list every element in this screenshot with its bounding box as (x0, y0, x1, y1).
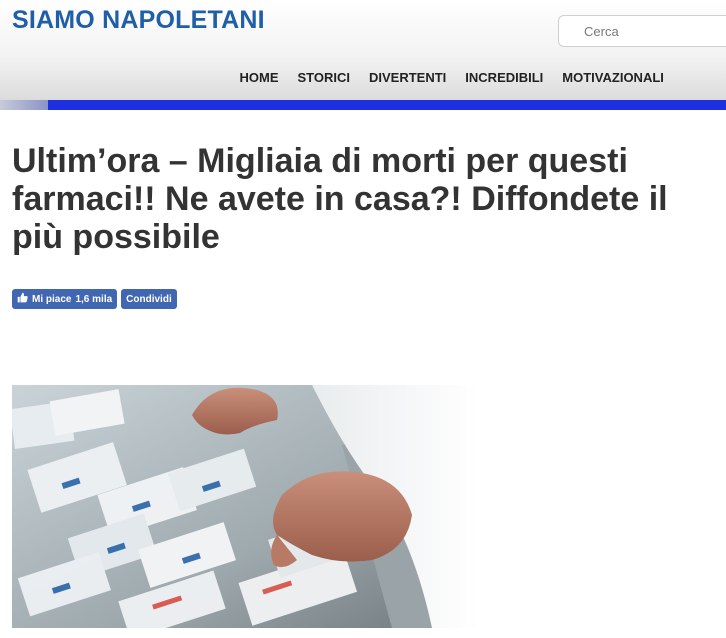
nav-item-divertenti[interactable]: DIVERTENTI (360, 70, 456, 85)
site-logo[interactable]: SIAMO NAPOLETANI (12, 6, 265, 35)
like-label: Mi piace (32, 293, 72, 305)
header-accent-bar (0, 100, 726, 110)
header-accent-fade (0, 100, 48, 110)
nav-item-home[interactable]: HOME (230, 70, 288, 85)
social-buttons: Mi piace 1,6 mila Condividi (12, 289, 177, 309)
article-image (12, 385, 480, 628)
article-title: Ultim’ora – Migliaia di morti per questi… (12, 142, 668, 256)
site-header: SIAMO NAPOLETANI HOME STORICI DIVERTENTI… (0, 0, 726, 100)
thumbs-up-icon (17, 292, 28, 306)
main-nav: HOME STORICI DIVERTENTI INCREDIBILI MOTI… (230, 70, 673, 85)
like-count: 1,6 mila (75, 293, 113, 305)
nav-item-incredibili[interactable]: INCREDIBILI (456, 70, 553, 85)
search-input[interactable] (558, 15, 726, 47)
nav-item-motivazionali[interactable]: MOTIVAZIONALI (553, 70, 674, 85)
facebook-like-button[interactable]: Mi piace 1,6 mila (12, 289, 118, 309)
facebook-share-button[interactable]: Condividi (121, 289, 177, 309)
nav-item-storici[interactable]: STORICI (288, 70, 360, 85)
share-label: Condividi (126, 293, 172, 305)
